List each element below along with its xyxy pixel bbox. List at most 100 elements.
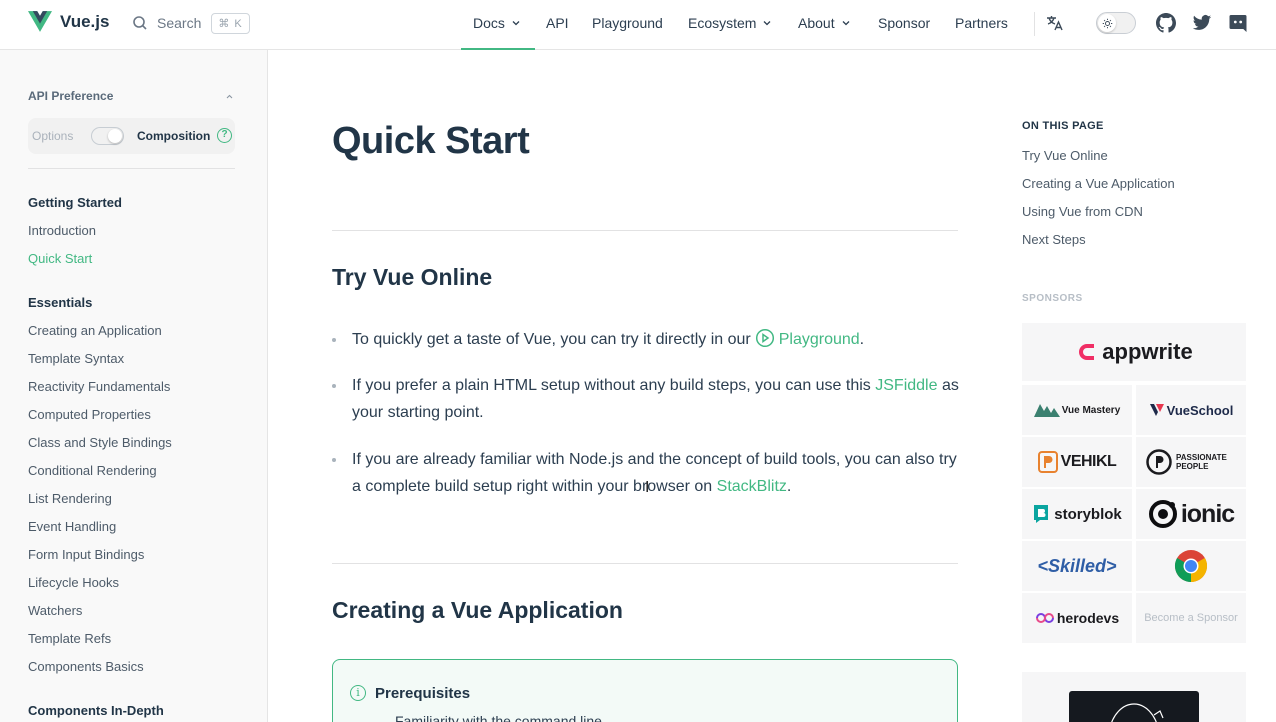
tip-list-item: Familiarity with the command line [395,713,602,722]
sidebar-item-event-handling[interactable]: Event Handling [28,519,116,534]
sidebar-item-creating-an-application[interactable]: Creating an Application [28,323,162,338]
sponsor-skilled[interactable]: <Skilled> [1022,541,1132,591]
brand-name: Vue.js [60,11,110,31]
sponsor-banner-graphic-icon [1111,703,1164,722]
toc-item-next-steps[interactable]: Next Steps [1022,232,1086,247]
sidebar-item-list-rendering[interactable]: List Rendering [28,491,112,506]
search-button[interactable]: Search ⌘ K [132,11,250,35]
bullet-text-3: If you are already familiar with Node.js… [352,451,957,495]
become-a-sponsor-link[interactable]: Become a Sponsor [1136,593,1246,643]
sidebar-item-form-input-bindings[interactable]: Form Input Bindings [28,547,144,562]
nav-about[interactable]: About [798,15,851,31]
sponsor-ionic[interactable]: ionic [1136,489,1246,539]
toc-item-using-vue-from-cdn[interactable]: Using Vue from CDN [1022,204,1143,219]
nav-docs[interactable]: Docs [473,15,521,31]
herodevs-wordmark: herodevs [1056,610,1120,626]
sidebar-item-reactivity-fundamentals[interactable]: Reactivity Fundamentals [28,379,170,394]
sponsor-herodevs[interactable]: herodevs [1022,593,1132,643]
chevron-down-icon [842,21,850,26]
sponsor-vehikl[interactable]: VEHIKL [1022,437,1132,487]
sidebar-item-template-syntax[interactable]: Template Syntax [28,351,124,366]
nav-docs-label: Docs [473,15,505,31]
nav-partners[interactable]: Partners [955,15,1008,31]
theme-toggle-knob [1098,14,1116,32]
sidebar-item-components-basics[interactable]: Components Basics [28,659,144,674]
sidebar-item-class-and-style-bindings[interactable]: Class and Style Bindings [28,435,172,450]
bullet-text-3-end: . [786,478,792,495]
sponsor-appwrite[interactable]: appwrite [1022,323,1246,381]
nav-playground[interactable]: Playground [592,15,663,31]
sponsor-storyblok[interactable]: storyblok [1022,489,1132,539]
main-content: Quick Start Try Vue Online To quickly ge… [268,50,1008,722]
sidebar-item-lifecycle-hooks[interactable]: Lifecycle Hooks [28,575,119,590]
storyblok-logo-icon [1034,505,1049,523]
section-heading-try-vue-online: Try Vue Online [332,264,493,290]
sponsor-vueschool[interactable]: VueSchool [1136,385,1246,435]
sidebar-item-template-refs[interactable]: Template Refs [28,631,111,646]
bullet-text-1-end: . [859,331,865,348]
appwrite-logo-icon [1079,344,1095,360]
home-logo-link[interactable]: Vue.js [28,11,109,32]
right-aside: ON THIS PAGE Try Vue Online Creating a V… [1008,50,1276,722]
page-title: Quick Start [332,120,530,162]
composition-api-label[interactable]: Composition [137,129,210,143]
become-a-sponsor-label: Become a Sponsor [1144,612,1238,624]
jsfiddle-link[interactable]: JSFiddle [875,377,937,394]
sponsor-vue-mastery[interactable]: Vue Mastery [1022,385,1132,435]
section-heading-creating-a-vue-application: Creating a Vue Application [332,597,623,623]
divider [332,563,958,564]
sponsor-chrome[interactable] [1136,541,1246,591]
sponsors-title: SPONSORS [1022,293,1083,304]
chrome-logo-icon [1174,550,1208,583]
nav-ecosystem[interactable]: Ecosystem [688,15,772,31]
sidebar-group-components-in-depth: Components In-Depth [28,703,164,718]
toc-item-try-vue-online[interactable]: Try Vue Online [1022,148,1108,163]
herodevs-logo-icon [1035,613,1054,623]
chevron-down-icon [764,21,771,26]
search-shortcut-badge: ⌘ K [211,12,250,34]
vue-mastery-wordmark: Vue Mastery [1061,404,1121,416]
vehikl-wordmark: VEHIKL [1060,453,1117,470]
skilled-wordmark: <Skilled> [1037,555,1117,576]
sidebar-item-conditional-rendering[interactable]: Conditional Rendering [28,463,157,478]
text-cursor-icon: I [645,478,650,496]
options-api-label[interactable]: Options [32,129,73,143]
sidebar: API Preference Options Composition ? Get… [0,50,268,722]
chevron-up-icon[interactable] [225,92,234,101]
help-icon[interactable]: ? [217,128,232,143]
vueschool-wordmark: VueSchool [1166,402,1234,418]
appwrite-wordmark: appwrite [1102,339,1193,364]
tip-title: Prerequisites [375,685,471,702]
stackblitz-link[interactable]: StackBlitz [717,478,787,495]
nav-sponsor[interactable]: Sponsor [878,15,930,31]
theme-toggle[interactable] [1096,12,1136,34]
nav-api[interactable]: API [546,15,569,31]
sidebar-item-computed-properties[interactable]: Computed Properties [28,407,151,422]
passionate-people-logo-icon [1146,449,1172,475]
divider [28,168,235,169]
sidebar-item-quick-start[interactable]: Quick Start [28,251,92,266]
sidebar-item-introduction[interactable]: Introduction [28,223,96,238]
passionate-people-wordmark: PASSIONATE PEOPLE [1176,453,1227,471]
divider [332,230,958,231]
sponsor-passionate-people[interactable]: PASSIONATE PEOPLE [1136,437,1246,487]
vue-logo-icon [28,11,52,32]
info-icon: i [350,685,366,701]
sidebar-group-essentials: Essentials [28,295,93,310]
list-item-text: If you are already familiar with Node.js… [352,446,962,500]
translate-icon[interactable] [1045,13,1065,33]
vueschool-logo-icon [1149,404,1164,416]
github-icon[interactable] [1156,13,1176,33]
api-style-toggle[interactable] [91,127,124,145]
twitter-icon[interactable] [1192,13,1212,33]
vue-mastery-logo-icon [1033,404,1060,417]
sidebar-item-watchers[interactable]: Watchers [28,603,82,618]
sponsor-banner[interactable] [1022,672,1246,722]
discord-icon[interactable] [1228,13,1248,33]
search-label: Search [157,15,202,31]
bullet-text-2: If you prefer a plain HTML setup without… [352,377,871,394]
bullet-text-1: To quickly get a taste of Vue, you can t… [352,331,751,348]
playground-link[interactable]: Playground [779,331,860,348]
toc-item-creating-a-vue-application[interactable]: Creating a Vue Application [1022,176,1175,191]
api-preference-switcher: Options Composition ? [28,118,235,154]
